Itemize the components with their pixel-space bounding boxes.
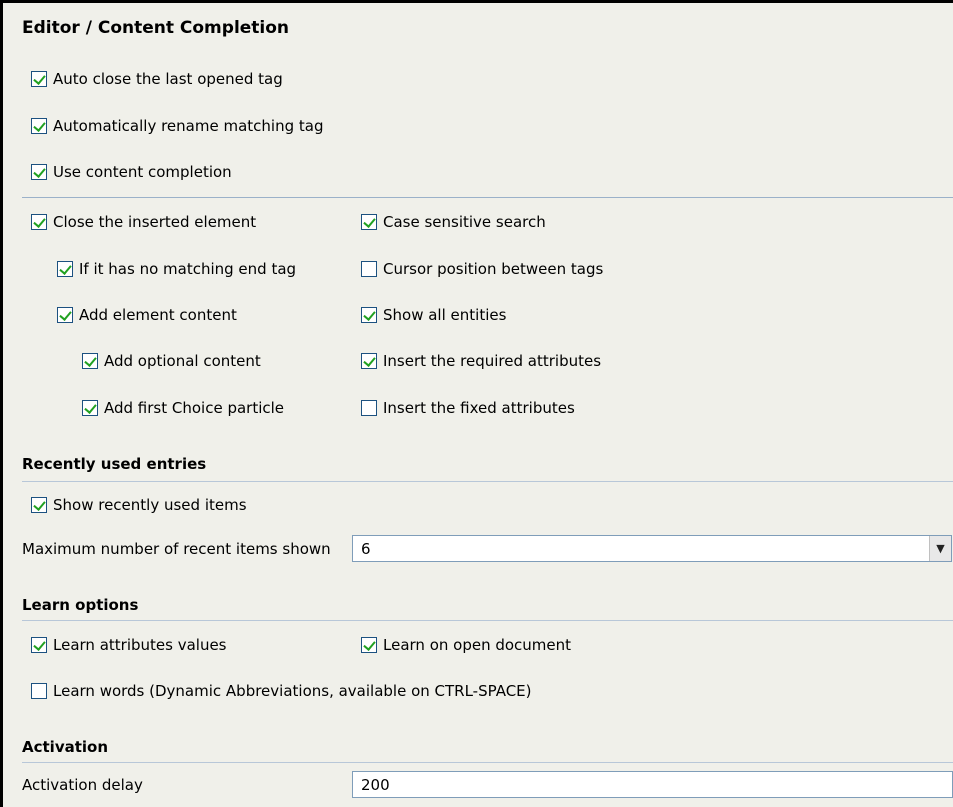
separator — [22, 620, 953, 621]
window-border-top — [0, 0, 953, 3]
checkbox-box[interactable] — [361, 214, 377, 230]
use-content-completion-label: Use content completion — [53, 163, 232, 181]
separator — [22, 762, 953, 763]
auto-rename-tag-checkbox[interactable]: Automatically rename matching tag — [31, 115, 323, 137]
learn-words-label: Learn words (Dynamic Abbreviations, avai… — [53, 682, 532, 700]
activation-delay-input[interactable]: 200 — [352, 771, 953, 798]
checkbox-box[interactable] — [361, 353, 377, 369]
checkbox-box[interactable] — [82, 400, 98, 416]
insert-fixed-attributes-label: Insert the fixed attributes — [383, 399, 575, 417]
use-content-completion-checkbox[interactable]: Use content completion — [31, 161, 232, 183]
close-inserted-element-checkbox[interactable]: Close the inserted element — [31, 211, 256, 233]
activation-delay-value: 200 — [361, 776, 390, 794]
checkbox-box[interactable] — [31, 214, 47, 230]
add-first-choice-checkbox[interactable]: Add first Choice particle — [82, 397, 284, 419]
cursor-position-label: Cursor position between tags — [383, 260, 604, 278]
max-recent-items-select[interactable]: 6 ▼ — [352, 535, 952, 562]
checkbox-box[interactable] — [57, 307, 73, 323]
separator — [22, 197, 953, 198]
window-border-left — [0, 0, 3, 807]
show-recent-items-label: Show recently used items — [53, 496, 247, 514]
page-title: Editor / Content Completion — [22, 18, 290, 38]
insert-required-attributes-label: Insert the required attributes — [383, 352, 602, 370]
auto-rename-tag-label: Automatically rename matching tag — [53, 117, 324, 135]
auto-close-tag-checkbox[interactable]: Auto close the last opened tag — [31, 68, 283, 90]
auto-close-tag-label: Auto close the last opened tag — [53, 70, 283, 88]
cursor-position-checkbox[interactable]: Cursor position between tags — [361, 258, 603, 280]
learn-open-document-label: Learn on open document — [383, 636, 572, 654]
separator — [22, 481, 953, 482]
no-matching-end-tag-label: If it has no matching end tag — [79, 260, 297, 278]
add-optional-content-checkbox[interactable]: Add optional content — [82, 350, 261, 372]
show-all-entities-checkbox[interactable]: Show all entities — [361, 304, 506, 326]
checkbox-box[interactable] — [31, 118, 47, 134]
learn-attributes-label: Learn attributes values — [53, 636, 227, 654]
checkbox-box[interactable] — [31, 683, 47, 699]
learn-options-heading: Learn options — [22, 596, 139, 614]
checkbox-box[interactable] — [361, 637, 377, 653]
learn-attributes-checkbox[interactable]: Learn attributes values — [31, 634, 227, 656]
activation-delay-label: Activation delay — [22, 776, 143, 794]
recent-entries-heading: Recently used entries — [22, 455, 207, 473]
checkbox-box[interactable] — [361, 307, 377, 323]
insert-required-attributes-checkbox[interactable]: Insert the required attributes — [361, 350, 601, 372]
checkbox-box[interactable] — [31, 71, 47, 87]
checkbox-box[interactable] — [57, 261, 73, 277]
checkbox-box[interactable] — [31, 497, 47, 513]
add-element-content-label: Add element content — [79, 306, 237, 324]
learn-words-checkbox[interactable]: Learn words (Dynamic Abbreviations, avai… — [31, 680, 532, 702]
chevron-down-icon[interactable]: ▼ — [929, 536, 951, 561]
close-inserted-element-label: Close the inserted element — [53, 213, 257, 231]
insert-fixed-attributes-checkbox[interactable]: Insert the fixed attributes — [361, 397, 575, 419]
add-optional-content-label: Add optional content — [104, 352, 261, 370]
activation-heading: Activation — [22, 738, 109, 756]
checkbox-box[interactable] — [361, 261, 377, 277]
case-sensitive-search-label: Case sensitive search — [383, 213, 546, 231]
add-element-content-checkbox[interactable]: Add element content — [57, 304, 237, 326]
show-all-entities-label: Show all entities — [383, 306, 507, 324]
no-matching-end-tag-checkbox[interactable]: If it has no matching end tag — [57, 258, 296, 280]
checkbox-box[interactable] — [361, 400, 377, 416]
max-recent-items-value: 6 — [361, 540, 371, 558]
checkbox-box[interactable] — [31, 164, 47, 180]
case-sensitive-search-checkbox[interactable]: Case sensitive search — [361, 211, 546, 233]
max-recent-items-label: Maximum number of recent items shown — [22, 540, 331, 558]
checkbox-box[interactable] — [82, 353, 98, 369]
learn-open-document-checkbox[interactable]: Learn on open document — [361, 634, 571, 656]
show-recent-items-checkbox[interactable]: Show recently used items — [31, 494, 247, 516]
add-first-choice-label: Add first Choice particle — [104, 399, 285, 417]
checkbox-box[interactable] — [31, 637, 47, 653]
